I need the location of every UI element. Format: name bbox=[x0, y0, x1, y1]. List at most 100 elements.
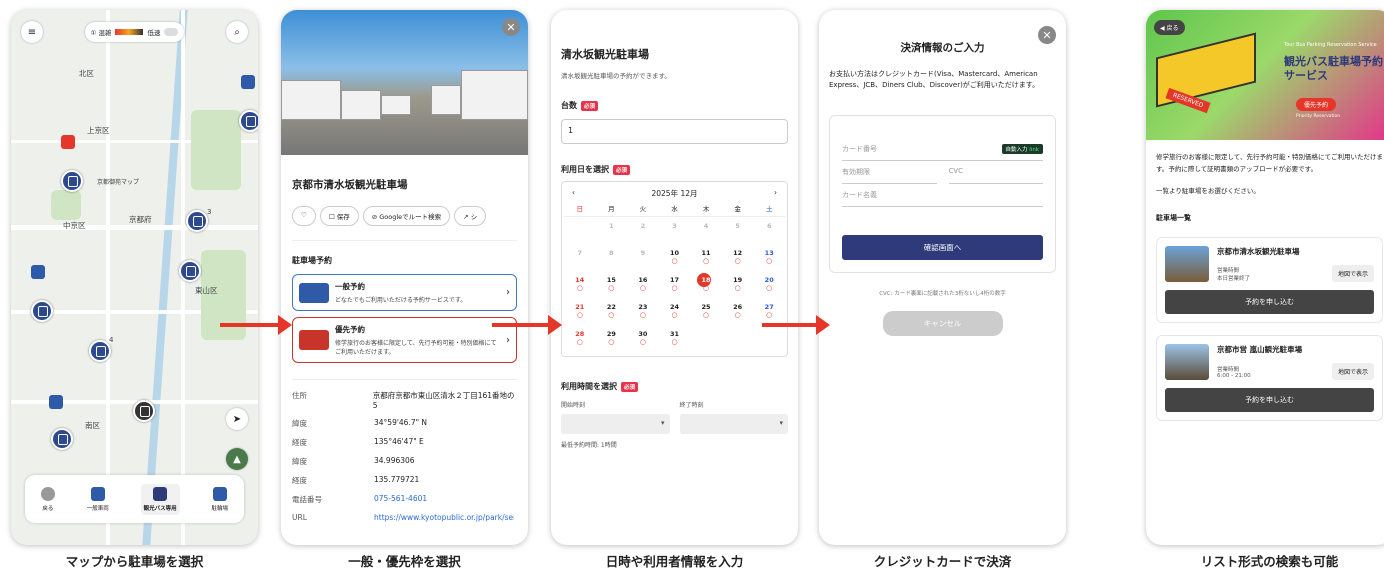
nav-bus[interactable]: 観光バス専用 bbox=[140, 483, 180, 515]
lot-thumbnail bbox=[1165, 344, 1209, 381]
calendar-day[interactable]: 18 ○ bbox=[690, 271, 722, 298]
calendar-day[interactable]: 17 ○ bbox=[659, 271, 691, 298]
calendar-day bbox=[690, 325, 722, 352]
day-number: 5 bbox=[735, 222, 740, 230]
availability-icon: ○ bbox=[608, 338, 615, 346]
back-label: 戻る bbox=[1166, 25, 1179, 32]
favorite-button[interactable]: ♡ bbox=[292, 206, 316, 226]
calendar-day[interactable]: 13 ○ bbox=[753, 244, 785, 271]
day-number: 9 bbox=[640, 249, 646, 257]
route-button[interactable]: ⊘ Googleでルート検索 bbox=[362, 206, 451, 226]
availability-icon: ○ bbox=[671, 311, 678, 319]
nav-general[interactable]: 一般車両 bbox=[87, 486, 109, 512]
card-number-field[interactable]: カード番号 自動入力 link bbox=[842, 138, 1043, 162]
calendar-day[interactable]: 20 ○ bbox=[753, 271, 785, 298]
calendar-day[interactable]: 16 ○ bbox=[627, 271, 659, 298]
calendar-day[interactable]: 11 ○ bbox=[690, 244, 722, 271]
compass-icon[interactable]: ▲ bbox=[226, 448, 248, 470]
calendar-day[interactable]: 31 ○ bbox=[659, 325, 691, 352]
calendar-day[interactable]: 24 ○ bbox=[659, 298, 691, 325]
payment-title: 決済情報のご入力 bbox=[900, 42, 985, 54]
day-number: 26 bbox=[733, 303, 743, 311]
calendar-day[interactable]: 26 ○ bbox=[722, 298, 754, 325]
calendar-day[interactable]: 12 ○ bbox=[722, 244, 754, 271]
close-icon[interactable]: ✕ bbox=[502, 18, 520, 36]
calendar-day[interactable]: 29 ○ bbox=[596, 325, 628, 352]
info-key: 電話番号 bbox=[292, 495, 322, 504]
parking-photo: ✕ bbox=[281, 10, 528, 155]
day-number: 20 bbox=[764, 276, 774, 284]
autofill-button[interactable]: 自動入力 link bbox=[1001, 144, 1043, 155]
cvc-field[interactable]: CVC bbox=[948, 161, 1043, 185]
next-month-icon[interactable]: › bbox=[774, 188, 777, 199]
required-badge: 必須 bbox=[621, 381, 639, 392]
parking-pin[interactable] bbox=[239, 110, 258, 132]
reserve-button[interactable]: 予約を申し込む bbox=[1165, 388, 1374, 413]
autofill-label: 自動入力 bbox=[1005, 147, 1028, 154]
nav-bike[interactable]: 駐輪場 bbox=[212, 486, 228, 512]
bus-icon[interactable] bbox=[61, 135, 75, 149]
parking-pin[interactable] bbox=[179, 260, 201, 282]
bus-icon[interactable] bbox=[241, 75, 255, 89]
calendar-day[interactable]: 25 ○ bbox=[690, 298, 722, 325]
day-number: 11 bbox=[701, 249, 711, 257]
map-label: 京都府 bbox=[129, 215, 152, 224]
calendar-day[interactable]: 22 ○ bbox=[596, 298, 628, 325]
nav-back[interactable]: 戻る bbox=[40, 486, 55, 512]
bus-icon[interactable] bbox=[49, 395, 63, 409]
count-input[interactable]: 1 bbox=[561, 119, 788, 144]
save-button[interactable]: ☐ 保存 bbox=[319, 206, 359, 226]
availability-icon: ○ bbox=[703, 311, 710, 319]
calendar-day: 2 bbox=[627, 217, 659, 244]
prev-month-icon[interactable]: ‹ bbox=[572, 188, 575, 199]
map-label: 京都御苑マップ bbox=[97, 179, 140, 186]
calendar-day[interactable]: 28 ○ bbox=[564, 325, 596, 352]
calendar-day[interactable]: 30 ○ bbox=[627, 325, 659, 352]
calendar-day[interactable]: 14 ○ bbox=[564, 271, 596, 298]
calendar-day[interactable]: 10 ○ bbox=[659, 244, 691, 271]
link-brand: link bbox=[1029, 147, 1039, 154]
end-time-select[interactable]: ▾ bbox=[679, 414, 788, 434]
parking-pin[interactable] bbox=[186, 210, 208, 232]
menu-icon[interactable]: ≡ bbox=[21, 21, 43, 43]
show-map-button[interactable]: 地図で表示 bbox=[1331, 363, 1374, 381]
availability-icon: ○ bbox=[766, 284, 773, 292]
cancel-button[interactable]: キャンセル bbox=[882, 311, 1003, 337]
parking-pin[interactable] bbox=[61, 170, 83, 192]
location-icon[interactable]: ➤ bbox=[226, 408, 248, 430]
calendar-day[interactable]: 19 ○ bbox=[722, 271, 754, 298]
parking-pin[interactable] bbox=[51, 428, 73, 450]
caption: 日時や利用者情報を入力 bbox=[605, 554, 744, 569]
general-reservation[interactable]: 一般予約 どなたでもご利用いただける予約サービスです。 › bbox=[292, 274, 517, 311]
calendar-day[interactable]: 23 ○ bbox=[627, 298, 659, 325]
reserve-button[interactable]: 予約を申し込む bbox=[1165, 290, 1374, 315]
show-map-button[interactable]: 地図で表示 bbox=[1331, 265, 1374, 283]
calendar-day[interactable]: 15 ○ bbox=[596, 271, 628, 298]
bus-icon[interactable] bbox=[31, 265, 45, 279]
calendar-day[interactable]: 27 ○ bbox=[753, 298, 785, 325]
start-time-select[interactable]: ▾ bbox=[561, 414, 670, 434]
phone-link[interactable]: 075-561-4601 bbox=[374, 494, 427, 505]
lot-name: 京都市清水坂観光駐車場 bbox=[1217, 247, 1300, 257]
confirm-button[interactable]: 確認画面へ bbox=[842, 235, 1043, 261]
weekday-label: 日 bbox=[576, 205, 584, 213]
close-icon[interactable]: ✕ bbox=[1038, 26, 1056, 44]
card-form: カード番号 自動入力 link 有効期限 CVC カード名義 確認画面へ bbox=[829, 115, 1056, 274]
priority-reservation[interactable]: 優先予約 修学旅行のお客様に限定して、先行予約可能・特別価格にてご利用いただけま… bbox=[292, 317, 517, 363]
start-label: 開始時刻 bbox=[561, 402, 586, 409]
map-label: 中京区 bbox=[63, 221, 86, 230]
back-button[interactable]: ◀ 戻る bbox=[1154, 20, 1185, 35]
card-name-field[interactable]: カード名義 bbox=[842, 184, 1043, 208]
share-button[interactable]: ↗ シ bbox=[454, 206, 487, 226]
expiry-field[interactable]: 有効期限 bbox=[842, 161, 937, 185]
intro-text: 修学旅行のお客様に限定して、先行予約可能・特別価格にてご利用いただけます。予約に… bbox=[1156, 153, 1383, 173]
calendar-day[interactable]: 21 ○ bbox=[564, 298, 596, 325]
warning-pin[interactable] bbox=[133, 400, 155, 422]
map-label: 東山区 bbox=[195, 286, 218, 295]
url-link[interactable]: https://www.kyotopublic.or.jp/park/sei bbox=[374, 513, 514, 522]
search-icon[interactable]: ⌕ bbox=[226, 21, 248, 43]
availability-icon: ○ bbox=[671, 338, 678, 346]
parking-pin[interactable] bbox=[31, 300, 53, 322]
congestion-toggle[interactable] bbox=[164, 28, 179, 36]
parking-pin[interactable] bbox=[89, 340, 111, 362]
